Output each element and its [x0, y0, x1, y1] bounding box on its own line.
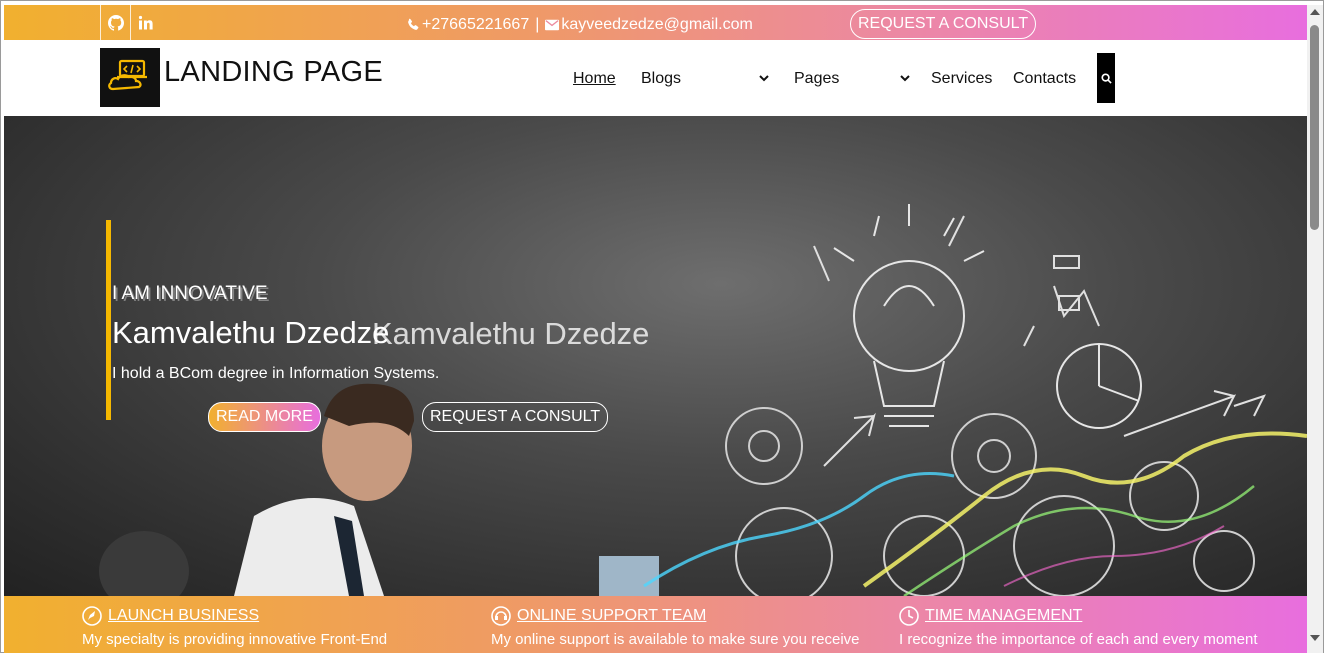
- nav-contacts[interactable]: Contacts: [1013, 70, 1076, 88]
- laptop-code-logo-icon: [108, 59, 147, 90]
- features-strip: LAUNCH BUSINESS My specialty is providin…: [4, 596, 1307, 653]
- lightbulb-sketch: [833, 204, 985, 427]
- brand-title[interactable]: LANDING PAGE: [164, 56, 383, 89]
- request-consult-hero-button[interactable]: REQUEST A CONSULT: [422, 402, 609, 432]
- linkedin-icon: [138, 15, 153, 29]
- phone-icon: [408, 18, 419, 30]
- chevron-down-icon: [759, 75, 769, 82]
- hero-name-animated: Kamvalethu Dzedze: [372, 316, 650, 351]
- chevron-down-icon: [900, 75, 910, 82]
- clock-icon: [899, 606, 919, 626]
- energy-streaks: [643, 431, 1307, 596]
- email-address[interactable]: kayveedzedze@gmail.com: [561, 16, 752, 34]
- phone-number[interactable]: +27665221667: [422, 16, 529, 34]
- search-icon: [1100, 72, 1112, 84]
- main-navbar: LANDING PAGE Home Blogs Pages Services C…: [4, 40, 1307, 116]
- nav-blogs-dropdown[interactable]: Blogs: [641, 70, 769, 88]
- scroll-up-arrow-icon[interactable]: [1310, 9, 1320, 15]
- github-link[interactable]: [100, 5, 130, 40]
- scroll-thumb[interactable]: [1310, 25, 1319, 230]
- contact-separator: |: [535, 16, 540, 33]
- rocket-icon: [82, 606, 102, 626]
- nav-blogs-label: Blogs: [641, 70, 682, 87]
- feature-time-management: TIME MANAGEMENT I recognize the importan…: [899, 606, 1299, 648]
- nav-services[interactable]: Services: [931, 70, 992, 88]
- hero-name: Kamvalethu Dzedze: [112, 315, 390, 350]
- feature-title-launch-business[interactable]: LAUNCH BUSINESS: [108, 607, 259, 625]
- arrow-sketches: [813, 215, 1266, 467]
- vertical-scrollbar[interactable]: [1307, 5, 1323, 653]
- headset-icon: [491, 606, 511, 626]
- feature-online-support: ONLINE SUPPORT TEAM My online support is…: [491, 606, 891, 648]
- nav-pages-label: Pages: [794, 70, 840, 87]
- hero-eyebrow: I AM INNOVATIVE: [112, 283, 268, 304]
- gears-sketch: [725, 407, 1255, 596]
- nav-pages-dropdown[interactable]: Pages: [794, 70, 910, 88]
- feature-desc: My specialty is providing innovative Fro…: [82, 631, 388, 648]
- hero-tagline: I hold a BCom degree in Information Syst…: [112, 365, 440, 382]
- hero-background-art: [99, 204, 1307, 596]
- contact-info: +27665221667 | kayveedzedze@gmail.com: [406, 16, 753, 34]
- feature-title-online-support[interactable]: ONLINE SUPPORT TEAM: [517, 607, 706, 625]
- top-bar: +27665221667 | kayveedzedze@gmail.com RE…: [4, 5, 1307, 40]
- scroll-down-arrow-icon[interactable]: [1310, 635, 1320, 641]
- mail-icon: [545, 19, 560, 31]
- request-consult-top-button[interactable]: REQUEST A CONSULT: [850, 9, 1037, 39]
- feature-title-time-management[interactable]: TIME MANAGEMENT: [925, 607, 1082, 625]
- nav-home[interactable]: Home: [573, 70, 616, 88]
- pie-chart-sketch: [1056, 343, 1142, 429]
- hero-section: I AM INNOVATIVE Kamvalethu Dzedze Kamval…: [4, 116, 1307, 596]
- github-icon: [107, 14, 124, 31]
- hero-accent-bar: [106, 220, 111, 420]
- read-more-button[interactable]: READ MORE: [208, 402, 321, 432]
- search-button[interactable]: [1097, 53, 1115, 103]
- page: +27665221667 | kayveedzedze@gmail.com RE…: [4, 5, 1307, 653]
- feature-launch-business: LAUNCH BUSINESS My specialty is providin…: [82, 606, 482, 648]
- feature-desc: My online support is available to make s…: [491, 631, 860, 648]
- linkedin-link[interactable]: [130, 5, 160, 40]
- logo[interactable]: [100, 48, 160, 107]
- feature-desc: I recognize the importance of each and e…: [899, 631, 1258, 648]
